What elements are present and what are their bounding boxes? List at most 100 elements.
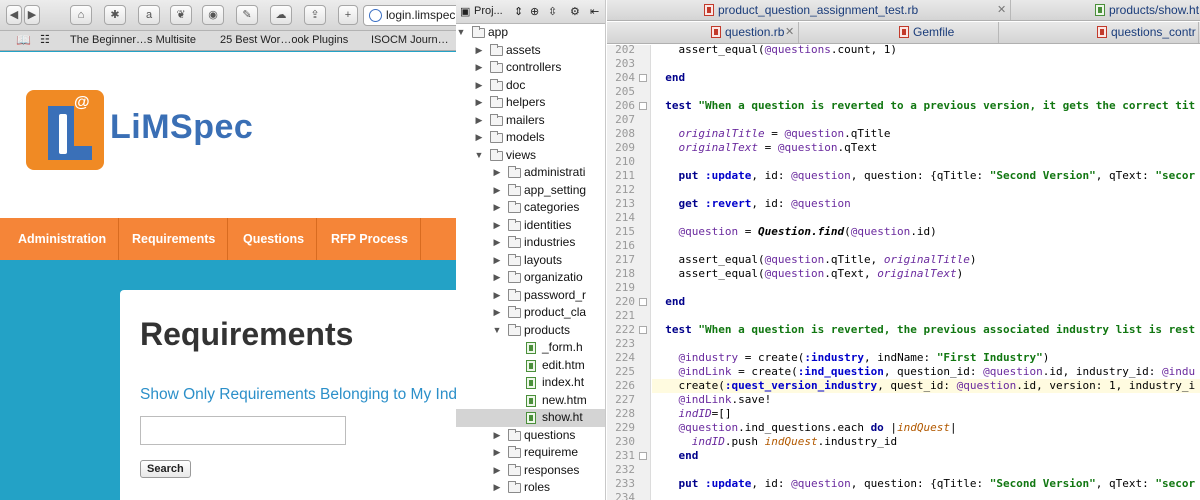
- fold-marker-icon[interactable]: [639, 298, 647, 306]
- code-line[interactable]: originalTitle = @question.qTitle: [652, 127, 1200, 141]
- collapsed-arrow-icon[interactable]: ▶: [474, 77, 484, 95]
- amazon-icon[interactable]: a: [138, 5, 160, 25]
- tree-folder[interactable]: ▶ app_setting: [456, 182, 605, 200]
- code-line[interactable]: [652, 85, 1200, 99]
- tree-folder[interactable]: ▶ product_cla: [456, 304, 605, 322]
- editor-tab[interactable]: products/show.ht: [1011, 0, 1200, 20]
- tree-folder[interactable]: ▶ password_r: [456, 287, 605, 305]
- collapsed-arrow-icon[interactable]: ▶: [492, 199, 502, 217]
- collapsed-arrow-icon[interactable]: ▶: [492, 217, 502, 235]
- tree-folder[interactable]: ▶ administrati: [456, 164, 605, 182]
- code-line[interactable]: [652, 183, 1200, 197]
- tree-file[interactable]: _form.h: [456, 339, 605, 357]
- collapsed-arrow-icon[interactable]: ▶: [492, 164, 502, 182]
- collapsed-arrow-icon[interactable]: ▶: [474, 42, 484, 60]
- code-line[interactable]: @indLink = create(:ind_question, questio…: [652, 365, 1200, 379]
- project-view-icon[interactable]: ▣: [460, 5, 470, 18]
- fold-marker-icon[interactable]: [639, 102, 647, 110]
- code-line[interactable]: assert_equal(@question.qTitle, originalT…: [652, 253, 1200, 267]
- code-line[interactable]: [652, 281, 1200, 295]
- code-line[interactable]: end: [652, 295, 1200, 309]
- code-line[interactable]: [652, 463, 1200, 477]
- code-line[interactable]: test "When a question is reverted to a p…: [652, 99, 1200, 113]
- code-line[interactable]: assert_equal(@questions.count, 1): [652, 45, 1200, 57]
- bookmark-item[interactable]: 25 Best Wor…ook Plugins: [220, 34, 348, 46]
- collapsed-arrow-icon[interactable]: ▶: [474, 129, 484, 147]
- grid-icon[interactable]: ☷: [40, 33, 50, 46]
- tree-folder[interactable]: ▶ responses: [456, 462, 605, 480]
- code-line[interactable]: @question.ind_questions.each do |indQues…: [652, 421, 1200, 435]
- code-line[interactable]: end: [652, 449, 1200, 463]
- code-line[interactable]: [652, 155, 1200, 169]
- collapsed-arrow-icon[interactable]: ▶: [492, 287, 502, 305]
- code-line[interactable]: [652, 57, 1200, 71]
- hide-panel-icon[interactable]: ⇤: [590, 5, 599, 18]
- collapsed-arrow-icon[interactable]: ▶: [474, 112, 484, 130]
- bug-icon[interactable]: ✱: [104, 5, 126, 25]
- collapsed-arrow-icon[interactable]: ▶: [492, 304, 502, 322]
- limspec-logo[interactable]: @: [26, 90, 104, 170]
- fold-marker-icon[interactable]: [639, 326, 647, 334]
- editor-tab[interactable]: product_question_assignment_test.rb ✕: [607, 0, 1011, 20]
- tree-folder[interactable]: ▶ helpers: [456, 94, 605, 112]
- tree-folder[interactable]: ▶ controllers: [456, 59, 605, 77]
- code-line[interactable]: [652, 491, 1200, 500]
- tree-folder[interactable]: ▶ organizatio: [456, 269, 605, 287]
- address-bar[interactable]: login.limspec: [363, 5, 460, 26]
- code-line[interactable]: @industry = create(:industry, indName: "…: [652, 351, 1200, 365]
- dropdown-icon[interactable]: ⇕: [514, 5, 523, 18]
- back-icon[interactable]: ◀: [6, 5, 22, 25]
- home-icon[interactable]: ⌂: [70, 5, 92, 25]
- code-line[interactable]: put :update, id: @question, question: {q…: [652, 169, 1200, 183]
- share-icon[interactable]: ⇪: [304, 5, 326, 25]
- code-line[interactable]: originalText = @question.qText: [652, 141, 1200, 155]
- tree-folder[interactable]: ▶ identities: [456, 217, 605, 235]
- search-button[interactable]: Search: [140, 460, 191, 478]
- tree-folder[interactable]: ▶ requireme: [456, 444, 605, 462]
- tree-file[interactable]: edit.htm: [456, 357, 605, 375]
- gear-icon[interactable]: ⚙: [570, 5, 580, 18]
- code-line[interactable]: [652, 309, 1200, 323]
- nav-rfp-process[interactable]: RFP Process: [319, 218, 421, 260]
- collapsed-arrow-icon[interactable]: ▶: [474, 59, 484, 77]
- tree-file[interactable]: show.ht: [456, 409, 605, 427]
- nav-requirements[interactable]: Requirements: [120, 218, 229, 260]
- code-line[interactable]: [652, 239, 1200, 253]
- tree-folder[interactable]: ▶ assets: [456, 42, 605, 60]
- forward-icon[interactable]: ▶: [24, 5, 40, 25]
- collapsed-arrow-icon[interactable]: ▶: [492, 444, 502, 462]
- code-line[interactable]: put :update, id: @question, question: {q…: [652, 477, 1200, 491]
- new-tab-plus-icon[interactable]: +: [338, 5, 358, 25]
- search-input[interactable]: [140, 416, 346, 445]
- expanded-arrow-icon[interactable]: ▼: [456, 24, 466, 42]
- editor-tab[interactable]: questions_contr: [999, 22, 1199, 43]
- collapsed-arrow-icon[interactable]: ▶: [492, 234, 502, 252]
- cloud-icon[interactable]: ☁: [270, 5, 292, 25]
- tree-folder[interactable]: ▶ layouts: [456, 252, 605, 270]
- tree-folder[interactable]: ▶ questions: [456, 427, 605, 445]
- tree-folder[interactable]: ▼ app: [456, 24, 605, 42]
- collapsed-arrow-icon[interactable]: ▶: [474, 94, 484, 112]
- collapsed-arrow-icon[interactable]: ▶: [492, 462, 502, 480]
- close-icon[interactable]: ✕: [785, 25, 794, 38]
- code-line[interactable]: test "When a question is reverted, the p…: [652, 323, 1200, 337]
- code-line[interactable]: assert_equal(@question.qText, originalTe…: [652, 267, 1200, 281]
- collapsed-arrow-icon[interactable]: ▶: [492, 252, 502, 270]
- bookmark-item[interactable]: The Beginner…s Multisite: [70, 34, 196, 46]
- collapsed-arrow-icon[interactable]: ▶: [492, 479, 502, 497]
- fold-marker-icon[interactable]: [639, 452, 647, 460]
- tree-folder[interactable]: ▶ mailers: [456, 112, 605, 130]
- code-line[interactable]: get :revert, id: @question: [652, 197, 1200, 211]
- editor-tab[interactable]: Gemfile: [799, 22, 999, 43]
- code-line[interactable]: [652, 337, 1200, 351]
- code-line[interactable]: @indLink.save!: [652, 393, 1200, 407]
- collapsed-arrow-icon[interactable]: ▶: [492, 182, 502, 200]
- target-icon[interactable]: ⊕: [530, 5, 539, 18]
- code-line[interactable]: end: [652, 71, 1200, 85]
- tree-folder[interactable]: ▶ roles: [456, 479, 605, 497]
- feather-icon[interactable]: ✎: [236, 5, 258, 25]
- nav-administration[interactable]: Administration: [6, 218, 120, 260]
- tree-folder[interactable]: ▼ views: [456, 147, 605, 165]
- code-line[interactable]: [652, 211, 1200, 225]
- tree-folder[interactable]: ▶ categories: [456, 199, 605, 217]
